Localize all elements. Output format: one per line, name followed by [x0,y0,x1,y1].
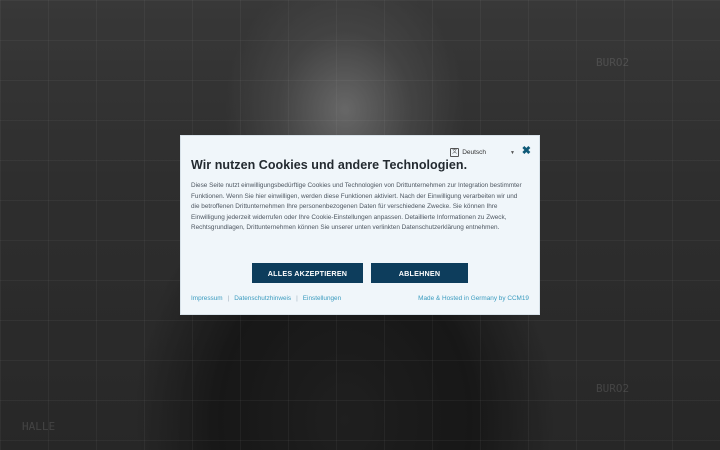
dialog-footer: Impressum | Datenschutzhinweis | Einstel… [191,295,529,302]
separator: | [227,295,230,302]
translate-icon: 文 [450,148,460,157]
separator: | [296,295,298,302]
chevron-down-icon: ▼ [510,149,515,156]
button-group: ALLES AKZEPTIEREN ABLEHNEN [252,263,468,283]
credit-link[interactable]: Made & Hosted in Germany by CCM19 [418,295,529,302]
cookie-consent-dialog: 文 Deutsch ▼ ✖ Wir nutzen Cookies und and… [180,135,540,315]
language-label: Deutsch [462,149,487,156]
dialog-title: Wir nutzen Cookies und andere Technologi… [191,158,468,172]
accept-all-button[interactable]: ALLES AKZEPTIEREN [252,263,363,283]
dialog-description: Diese Seite nutzt einwilligungsbedürftig… [191,182,522,232]
reject-button[interactable]: ABLEHNEN [371,263,468,283]
settings-link[interactable]: Einstellungen [303,295,341,302]
language-selector[interactable]: 文 Deutsch ▼ [450,148,515,157]
footer-links: Impressum | Datenschutzhinweis | Einstel… [191,295,341,302]
close-icon[interactable]: ✖ [522,146,531,157]
impressum-link[interactable]: Impressum [191,295,223,302]
privacy-link[interactable]: Datenschutzhinweis [234,295,291,302]
